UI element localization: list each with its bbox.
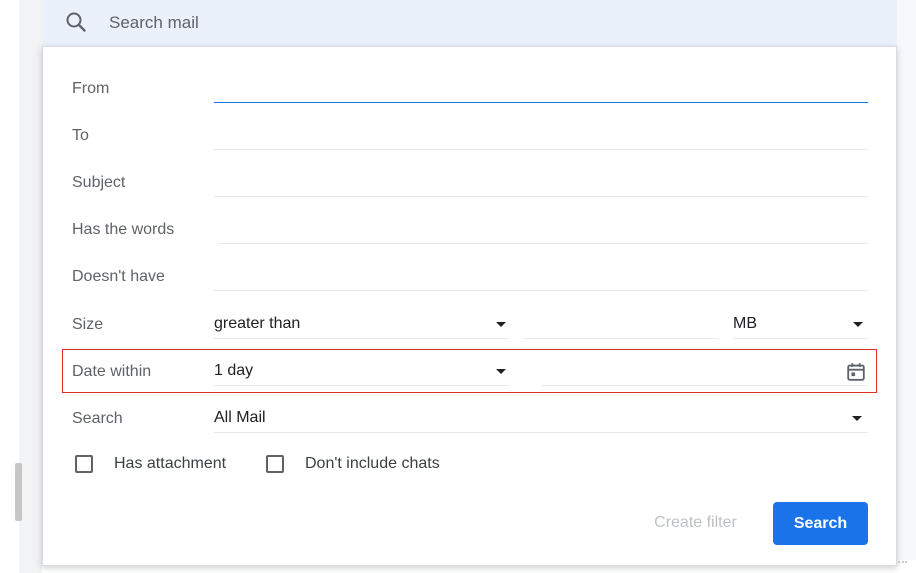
from-row: From	[43, 65, 898, 112]
has-words-label: Has the words	[72, 221, 175, 238]
search-button[interactable]: Search	[773, 502, 868, 545]
size-comparator-value: greater than	[214, 315, 301, 332]
gmail-advanced-search-page: From To Subject Has the words Doesn't ha…	[0, 0, 916, 573]
calendar-icon[interactable]	[845, 361, 867, 383]
doesnt-have-label: Doesn't have	[72, 268, 165, 285]
search-bar	[42, 0, 897, 46]
dont-include-chats-checkbox[interactable]: Don't include chats	[266, 455, 440, 473]
checkbox-row: Has attachment Don't include chats	[43, 443, 898, 493]
date-within-label: Date within	[72, 363, 152, 380]
size-value-field[interactable]	[523, 311, 718, 339]
search-in-label: Search	[72, 410, 123, 427]
has-attachment-label: Has attachment	[114, 455, 227, 472]
has-attachment-checkbox[interactable]: Has attachment	[75, 455, 226, 473]
subject-field[interactable]	[214, 167, 868, 197]
size-unit-select[interactable]: MB	[733, 311, 868, 339]
dont-include-chats-label: Don't include chats	[305, 455, 440, 472]
size-row: Size greater than MB	[43, 301, 898, 348]
sidebar-background	[19, 0, 42, 573]
from-field[interactable]	[214, 73, 868, 103]
chevron-down-icon	[852, 416, 862, 421]
subject-label: Subject	[72, 174, 126, 191]
search-in-row: Search All Mail	[43, 395, 898, 442]
search-in-select[interactable]: All Mail	[214, 405, 868, 433]
chevron-down-icon	[853, 322, 863, 327]
advanced-search-dialog: From To Subject Has the words Doesn't ha…	[42, 46, 897, 566]
search-in-value: All Mail	[214, 409, 266, 426]
search-input[interactable]	[109, 10, 609, 36]
size-unit-value: MB	[733, 315, 757, 332]
chevron-down-icon	[496, 369, 506, 374]
date-within-value: 1 day	[214, 362, 254, 379]
size-comparator-select[interactable]: greater than	[214, 311, 509, 339]
search-icon[interactable]	[64, 10, 88, 34]
subject-row: Subject	[43, 159, 898, 206]
checkbox-box[interactable]	[266, 455, 284, 473]
doesnt-have-row: Doesn't have	[43, 253, 898, 300]
date-within-row: Date within 1 day	[43, 348, 898, 395]
scrollbar-thumb[interactable]	[15, 463, 22, 521]
to-label: To	[72, 127, 89, 144]
from-label: From	[72, 80, 110, 97]
to-row: To	[43, 112, 898, 159]
to-field[interactable]	[214, 120, 868, 150]
date-within-select[interactable]: 1 day	[214, 358, 509, 386]
has-words-row: Has the words	[43, 206, 898, 253]
create-filter-button[interactable]: Create filter	[638, 502, 753, 544]
doesnt-have-field[interactable]	[214, 261, 868, 291]
has-words-field[interactable]	[218, 214, 868, 244]
chevron-down-icon	[496, 322, 506, 327]
date-field[interactable]	[541, 358, 868, 386]
checkbox-box[interactable]	[75, 455, 93, 473]
size-label: Size	[72, 316, 104, 333]
